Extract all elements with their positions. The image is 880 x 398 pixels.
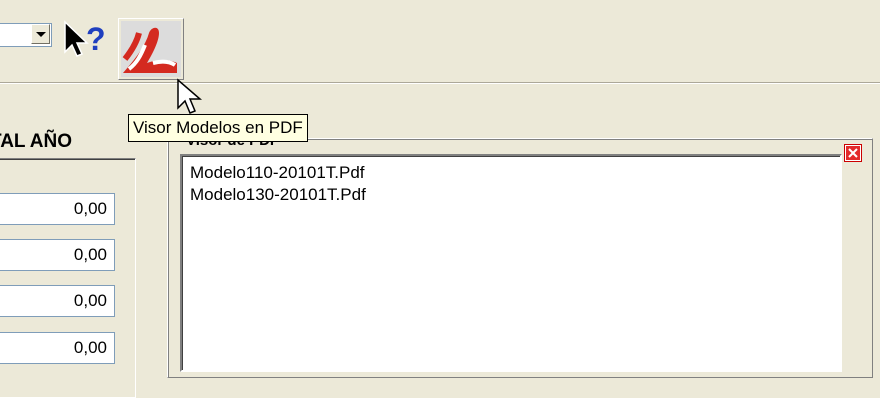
close-button[interactable] xyxy=(844,144,862,162)
mouse-pointer-icon xyxy=(177,78,203,114)
list-item[interactable]: Modelo130-20101T.Pdf xyxy=(190,184,840,206)
value-field-2[interactable]: 0,00 xyxy=(0,239,115,271)
whats-this-help-button[interactable]: ? xyxy=(62,18,116,58)
value-field-3[interactable]: 0,00 xyxy=(0,285,115,317)
acrobat-pdf-icon xyxy=(121,21,181,77)
value-field-4[interactable]: 0,00 xyxy=(0,332,115,364)
chevron-down-icon xyxy=(36,32,46,37)
close-x-icon xyxy=(846,146,860,160)
pdf-viewer-button[interactable] xyxy=(118,18,184,80)
value-field-1[interactable]: 0,00 xyxy=(0,193,115,225)
pdf-button-tooltip: Visor Modelos en PDF xyxy=(128,114,308,142)
pdf-file-list[interactable]: Modelo110-20101T.Pdf Modelo130-20101T.Pd… xyxy=(180,154,842,372)
whats-this-help-icon: ? xyxy=(64,20,106,57)
values-group: 0,00 0,00 0,00 0,00 xyxy=(0,158,136,398)
list-item[interactable]: Modelo110-20101T.Pdf xyxy=(190,162,840,184)
svg-text:?: ? xyxy=(86,21,106,57)
total-year-header: TAL AÑO xyxy=(0,131,72,152)
